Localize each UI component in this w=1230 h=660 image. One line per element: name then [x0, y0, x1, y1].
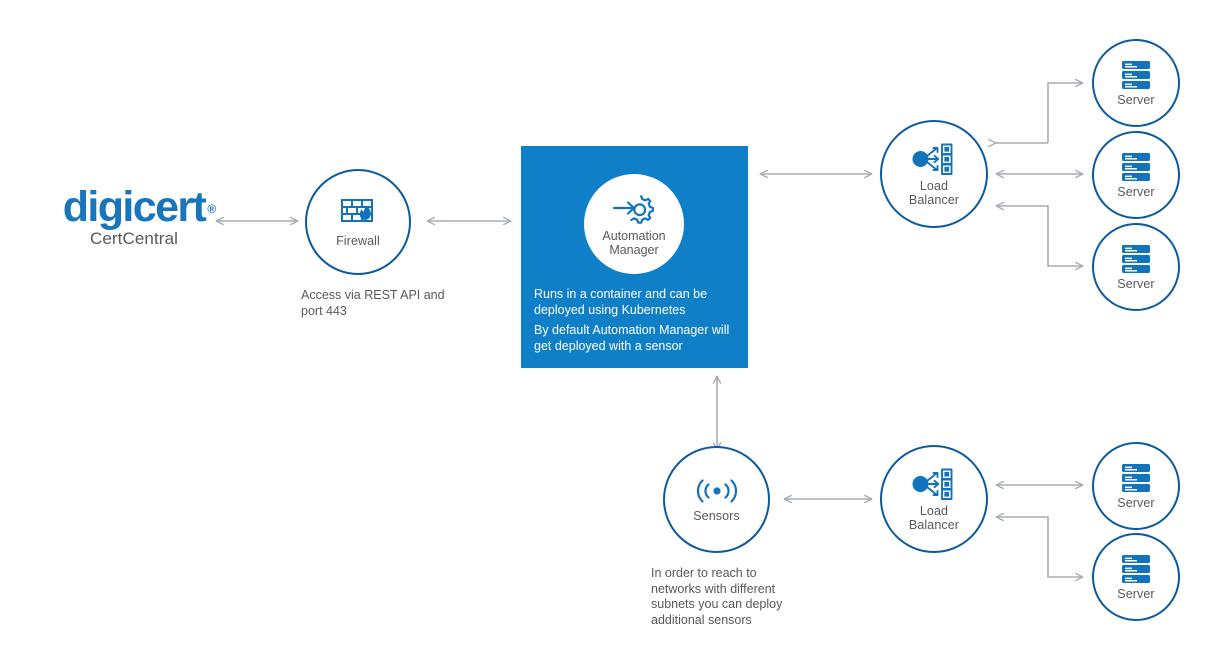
- gear-arrow-icon: [611, 191, 657, 225]
- connector-lb-bottom-server-5: [995, 512, 1084, 582]
- firewall-note: Access via REST API and port 443: [301, 288, 445, 318]
- node-server-2[interactable]: Server: [1092, 131, 1180, 219]
- node-load-balancer-bottom-label: Load Balancer: [908, 503, 960, 532]
- server-rack-icon: [1120, 463, 1152, 493]
- automation-manager-note-1: Runs in a container and can be deployed …: [534, 287, 708, 317]
- firewall-icon: [338, 197, 378, 231]
- connector-lb-top-server-1: [1047, 78, 1084, 143]
- node-automation-manager-label: Automation Manager: [602, 229, 666, 257]
- node-server-3-label: Server: [1117, 276, 1155, 291]
- node-load-balancer-bottom[interactable]: Load Balancer: [880, 445, 988, 553]
- connector-lb-top-server-3: [995, 201, 1084, 271]
- panel-automation-manager: Automation Manager Runs in a container a…: [521, 146, 748, 368]
- node-sensors-label: Sensors: [693, 509, 740, 523]
- node-sensors[interactable]: Sensors: [663, 446, 770, 553]
- sensors-note: In order to reach to networks with diffe…: [651, 566, 783, 627]
- architecture-diagram: digicert ® CertCentral Firewall Access v…: [0, 0, 1230, 660]
- logo-wordmark-text: digicert: [62, 183, 207, 231]
- signal-waves-icon: [695, 476, 739, 506]
- node-server-3[interactable]: Server: [1092, 223, 1180, 311]
- node-server-4-label: Server: [1117, 495, 1155, 510]
- load-balancer-icon: [911, 142, 957, 176]
- node-firewall-label: Firewall: [336, 233, 380, 248]
- node-load-balancer-top-label: Load Balancer: [908, 178, 960, 207]
- node-automation-manager[interactable]: Automation Manager: [584, 174, 684, 274]
- automation-manager-note-2: By default Automation Manager will get d…: [534, 323, 730, 353]
- node-server-2-label: Server: [1117, 184, 1155, 199]
- logo-product-name: CertCentral: [89, 229, 179, 248]
- load-balancer-icon: [911, 467, 957, 501]
- node-server-5-label: Server: [1117, 586, 1155, 601]
- server-rack-icon: [1120, 554, 1152, 584]
- server-rack-icon: [1120, 60, 1152, 90]
- node-server-4[interactable]: Server: [1092, 442, 1180, 530]
- registered-trademark-icon: ®: [207, 202, 217, 216]
- node-server-5[interactable]: Server: [1092, 533, 1180, 621]
- node-server-1-label: Server: [1117, 92, 1155, 107]
- node-server-1[interactable]: Server: [1092, 39, 1180, 127]
- digicert-logo: digicert ® CertCentral: [44, 186, 224, 249]
- node-firewall[interactable]: Firewall: [305, 169, 411, 275]
- server-rack-icon: [1120, 152, 1152, 182]
- node-load-balancer-top[interactable]: Load Balancer: [880, 120, 988, 228]
- logo-wordmark: digicert ®: [62, 183, 217, 231]
- server-rack-icon: [1120, 244, 1152, 274]
